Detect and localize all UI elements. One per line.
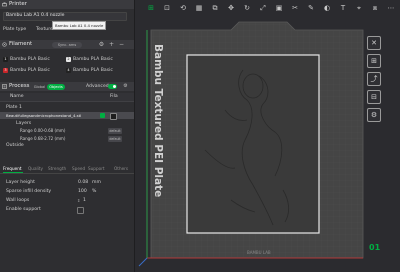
range-1-label[interactable]: Range 0.00-0.68 (mm)	[20, 127, 65, 134]
filament-slot-1-name[interactable]: Bambu PLA Basic	[10, 56, 50, 63]
plate-bottom-label: BAMBU LAB	[247, 250, 271, 255]
process-tab-objects[interactable]: Objects	[47, 83, 65, 90]
settings-tab-support[interactable]: Support	[88, 165, 105, 172]
printer-section-header[interactable]: Printer	[0, 0, 134, 9]
plate-close-icon[interactable]: ✕	[367, 36, 381, 50]
filament-slot-4-number: 4	[67, 68, 70, 72]
filament-slot-2-number: 2	[67, 57, 70, 61]
settings-tab-strength[interactable]: Strength	[48, 165, 66, 172]
layer-height-input[interactable]: 0.08	[78, 179, 88, 186]
object-list-col-name: Name	[10, 94, 24, 99]
filament-slot-4-swatch[interactable]: 4	[66, 68, 71, 73]
remove-filament-icon[interactable]: −	[118, 41, 125, 48]
plate-settings-icon[interactable]: ⚙	[367, 108, 381, 122]
filament-slot-1-number: 1	[4, 57, 7, 61]
plate-1-row[interactable]: Plate 1	[6, 104, 22, 111]
process-icon	[2, 84, 7, 89]
add-filament-icon[interactable]: +	[108, 41, 115, 48]
filament-settings-icon[interactable]: ⚙	[98, 41, 105, 48]
process-tab-global[interactable]: Global	[32, 84, 47, 90]
filament-icon	[2, 42, 7, 47]
settings-tab-quality[interactable]: Quality	[28, 165, 43, 172]
filament-slot-3-name[interactable]: Bambu PLA Basic	[10, 67, 50, 74]
object-list-header: Name Fila	[0, 93, 134, 102]
process-section-title: Process	[9, 83, 30, 89]
plate-type-label: Plate type	[3, 27, 27, 32]
plate-number: 01	[369, 243, 381, 252]
settings-tab-speed[interactable]: Speed	[72, 165, 85, 172]
infill-density-input[interactable]: 100	[78, 188, 87, 195]
filament-slot-2-name[interactable]: Bambu PLA Basic	[73, 56, 113, 63]
filament-slot-1-swatch[interactable]: 1	[3, 57, 8, 62]
printer-tooltip: Bambu Lab A1 0.4 nozzle	[52, 21, 106, 30]
object-edit-icon[interactable]	[100, 113, 105, 118]
enable-support-label: Enable support	[6, 207, 41, 212]
plate-lock-icon[interactable]: ⊟	[367, 90, 381, 104]
enable-support-checkbox[interactable]	[77, 207, 84, 214]
infill-density-unit: %	[92, 189, 97, 194]
advanced-toggle[interactable]	[108, 84, 117, 89]
infill-density-label: Sparse infill density	[6, 189, 52, 194]
filament-slot-2-swatch[interactable]: 2	[66, 57, 71, 62]
filament-slot-4-name[interactable]: Bambu PLA Basic	[73, 67, 113, 74]
object-list-col-fila: Fila	[110, 94, 118, 99]
range-1-tag[interactable]: default	[108, 127, 122, 134]
settings-tab-underline	[3, 172, 23, 173]
object-filament-swatch[interactable]	[110, 113, 117, 120]
printer-icon	[2, 2, 7, 7]
filament-section-title: Filament	[9, 41, 33, 47]
printer-tooltip-text: Bambu Lab A1 0.4 nozzle	[55, 23, 104, 28]
wall-loops-label: Wall loops	[6, 198, 30, 203]
model-object	[186, 54, 320, 234]
filament-slot-3-number: 3	[4, 68, 7, 72]
plate-orient-icon[interactable]: ⤴	[367, 72, 381, 86]
object-name[interactable]: Beautifullegsandmicrophonestand_4.stl	[6, 112, 81, 119]
plate-arrange-icon[interactable]: ⊞	[367, 54, 381, 68]
advanced-label: Advanced	[86, 84, 109, 89]
build-plate-scene: Bambu Textured PEI Plate BAMBU LAB 01	[138, 21, 381, 267]
outside-row[interactable]: Outside	[6, 142, 24, 149]
plate-brand-text: Bambu Textured PEI Plate	[152, 44, 164, 197]
settings-tab-others[interactable]: Others	[114, 165, 128, 172]
range-2-tag[interactable]: default	[108, 135, 122, 142]
printer-section-title: Printer	[9, 1, 27, 7]
layers-row[interactable]: Layers	[16, 120, 31, 127]
layer-height-unit: mm	[92, 180, 101, 185]
filament-slot-3-swatch[interactable]: 3	[3, 68, 8, 73]
wall-loops-input[interactable]: 1	[83, 197, 86, 204]
sync-ams-button[interactable]: Sync. ams	[52, 41, 82, 48]
process-settings-icon[interactable]: ⚙	[122, 83, 129, 90]
layer-height-label: Layer height	[6, 180, 35, 185]
printer-selected-name: Bambu Lab A1 0.4 nozzle	[6, 13, 65, 18]
wall-loops-stepper[interactable]: ⇕	[77, 198, 81, 203]
settings-tab-frequent[interactable]: Frequent	[3, 165, 22, 172]
viewport-3d[interactable]: ⊞ ⊡ ⟲ ▦ ⧉ ✥ ↻ ⤢ ▣ ✂ ✎ ◐ T ⌖ ⧈ ⋯ Bambu Te…	[135, 0, 400, 272]
range-2-label[interactable]: Range 0.68-2.72 (mm)	[20, 135, 65, 142]
left-panel: Printer Bambu Lab A1 0.4 nozzle Bambu La…	[0, 0, 135, 272]
